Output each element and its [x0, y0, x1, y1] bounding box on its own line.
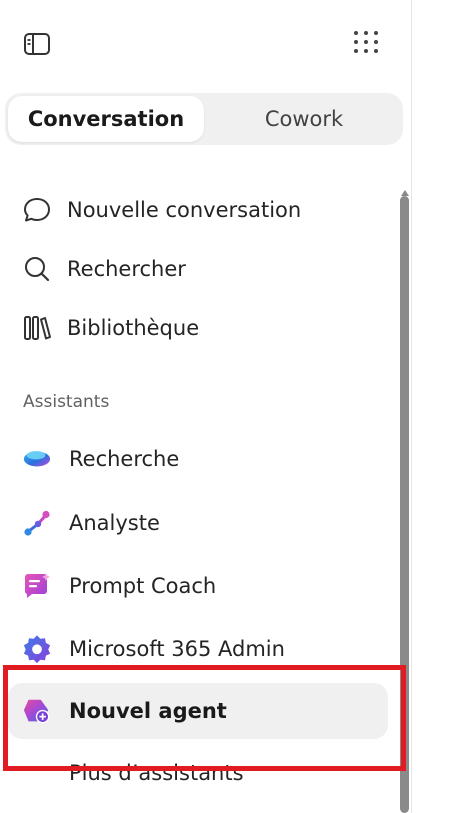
app-launcher-icon[interactable] — [350, 28, 382, 60]
analyst-icon — [22, 508, 52, 538]
nav-library[interactable]: Bibliothèque — [8, 300, 388, 356]
nav-library-label: Bibliothèque — [67, 316, 200, 340]
library-icon — [22, 313, 52, 343]
sidebar-toggle-icon[interactable] — [22, 30, 52, 58]
chat-bubble-icon — [22, 195, 52, 225]
assistant-prompt-coach[interactable]: Prompt Coach — [8, 558, 388, 614]
assistant-new-agent[interactable]: Nouvel agent — [8, 683, 388, 739]
assistant-new-agent-label: Nouvel agent — [69, 699, 227, 723]
mode-switch: Conversation Cowork — [5, 93, 403, 145]
search-icon — [22, 254, 52, 284]
assistant-recherche-label: Recherche — [69, 447, 180, 471]
assistant-analyste-label: Analyste — [69, 511, 160, 535]
tab-cowork[interactable]: Cowork — [208, 96, 400, 142]
nav-new-conversation[interactable]: Nouvelle conversation — [8, 182, 388, 238]
scrollbar-thumb[interactable] — [400, 196, 409, 813]
researcher-icon — [22, 444, 52, 474]
more-assistants[interactable]: Plus d’assistants — [8, 745, 388, 801]
admin-gear-icon — [22, 634, 52, 664]
scroll-up-arrow-icon[interactable] — [400, 182, 410, 196]
assistant-analyste[interactable]: Analyste — [8, 495, 388, 551]
more-assistants-label: Plus d’assistants — [69, 761, 244, 785]
assistant-m365-admin-label: Microsoft 365 Admin — [69, 637, 285, 661]
assistant-recherche[interactable]: Recherche — [8, 431, 388, 487]
nav-search[interactable]: Rechercher — [8, 241, 388, 297]
nav-new-conversation-label: Nouvelle conversation — [67, 198, 302, 222]
assistant-prompt-coach-label: Prompt Coach — [69, 574, 217, 598]
nav-search-label: Rechercher — [67, 257, 186, 281]
new-agent-icon — [22, 696, 52, 726]
copilot-sidebar: Conversation Cowork Nouvelle conversatio… — [0, 0, 412, 813]
tab-conversation[interactable]: Conversation — [8, 96, 204, 142]
prompt-coach-icon — [22, 571, 52, 601]
assistant-m365-admin[interactable]: Microsoft 365 Admin — [8, 621, 388, 677]
assistants-section-label: Assistants — [23, 392, 110, 412]
